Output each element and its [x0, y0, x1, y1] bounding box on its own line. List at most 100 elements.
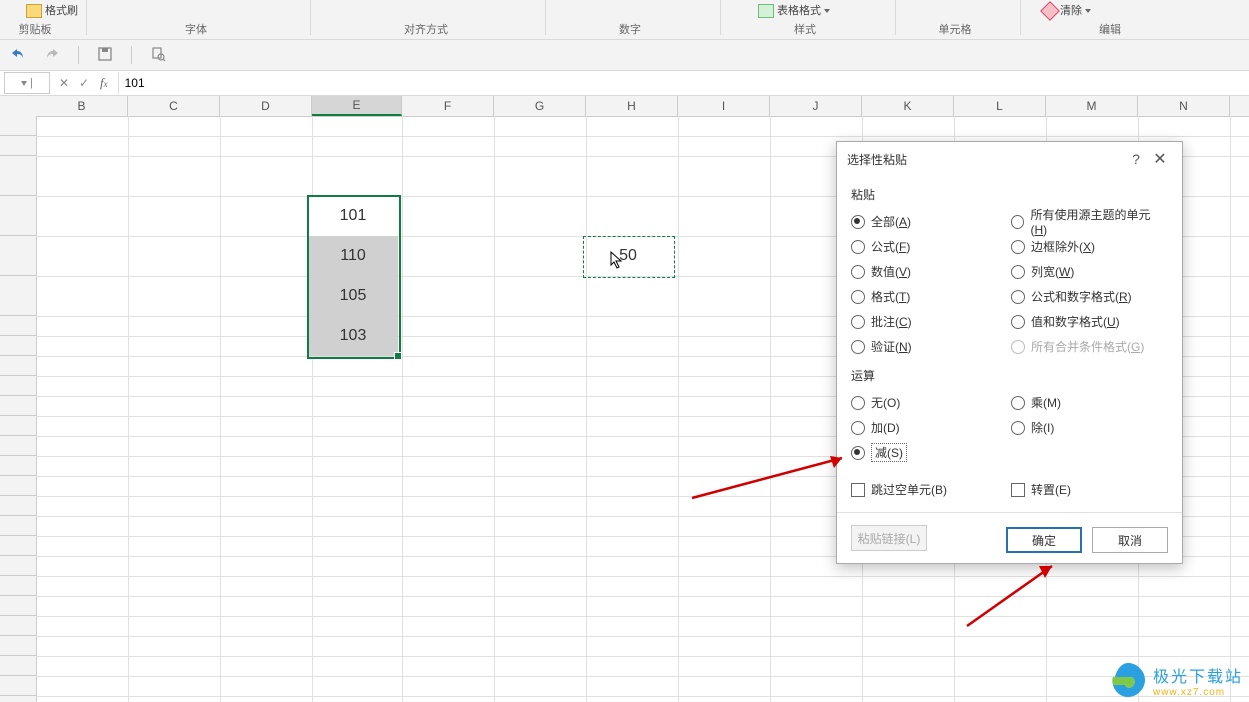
row-header-21[interactable] [0, 596, 36, 616]
watermark: 极光下载站 www.xz7.com [1107, 659, 1243, 701]
row-header-10[interactable] [0, 376, 36, 396]
row-header-20[interactable] [0, 576, 36, 596]
paste-radio-right-4[interactable]: 值和数字格式(U) [1011, 309, 1161, 334]
row-header-1[interactable] [0, 116, 36, 136]
group-editing-label: 编辑 [1020, 21, 1200, 37]
row-header-18[interactable] [0, 536, 36, 556]
row-header-19[interactable] [0, 556, 36, 576]
format-painter-label: 格式刷 [45, 5, 78, 17]
paste-radio-left-5[interactable]: 验证(N) [851, 334, 1011, 359]
table-format-label: 表格格式 [777, 5, 821, 17]
clear-button[interactable]: 清除 [1043, 2, 1091, 18]
row-header-24[interactable] [0, 656, 36, 676]
paste-radio-right-3[interactable]: 公式和数字格式(R) [1011, 284, 1161, 309]
undo-button[interactable] [10, 46, 26, 65]
paste-radio-left-2[interactable]: 数值(V) [851, 259, 1011, 284]
row-header-15[interactable] [0, 476, 36, 496]
group-font-label: 字体 [86, 21, 306, 37]
dialog-help-button[interactable]: ? [1124, 151, 1148, 167]
col-header-m[interactable]: M [1046, 96, 1138, 116]
row-header-22[interactable] [0, 616, 36, 636]
col-header-g[interactable]: G [494, 96, 586, 116]
paste-radio-left-1[interactable]: 公式(F) [851, 234, 1011, 259]
cell-e4[interactable]: 110 [308, 236, 398, 276]
paste-radio-right-1[interactable]: 边框除外(X) [1011, 234, 1161, 259]
fx-icon[interactable]: fx [100, 75, 108, 91]
paste-radio-left-3[interactable]: 格式(T) [851, 284, 1011, 309]
ribbon: 格式刷 剪贴板 字体 对齐方式 数字 表格格式 样式 单元格 清除 编辑 [0, 0, 1249, 40]
paste-link-button: 粘贴链接(L) [851, 525, 927, 551]
row-header-6[interactable] [0, 276, 36, 316]
name-box[interactable]: | [4, 72, 50, 94]
op-sub-radio[interactable]: 减(S) [851, 440, 1011, 465]
op-div-radio[interactable]: 除(I) [1011, 415, 1161, 440]
row-header-11[interactable] [0, 396, 36, 416]
redo-button[interactable] [44, 46, 60, 65]
operation-section-label: 运算 [851, 367, 1168, 384]
col-header-c[interactable]: C [128, 96, 220, 116]
row-header-7[interactable] [0, 316, 36, 336]
op-add-radio[interactable]: 加(D) [851, 415, 1011, 440]
paste-radio-left-4[interactable]: 批注(C) [851, 309, 1011, 334]
dialog-close-button[interactable]: ✕ [1148, 149, 1172, 169]
dialog-title: 选择性粘贴 [847, 151, 1124, 168]
col-header-h[interactable]: H [586, 96, 678, 116]
row-header-13[interactable] [0, 436, 36, 456]
group-number-label: 数字 [545, 21, 715, 37]
row-header-5[interactable] [0, 236, 36, 276]
row-header-25[interactable] [0, 676, 36, 696]
col-header-f[interactable]: F [402, 96, 494, 116]
print-preview-button[interactable] [150, 46, 166, 65]
row-header-3[interactable] [0, 156, 36, 196]
cell-e6[interactable]: 103 [308, 316, 398, 356]
row-header-14[interactable] [0, 456, 36, 476]
paste-radio-right-0[interactable]: 所有使用源主题的单元(H) [1011, 209, 1161, 234]
col-header-d[interactable]: D [220, 96, 312, 116]
op-none-radio[interactable]: 无(O) [851, 390, 1011, 415]
cell-e3[interactable]: 101 [308, 196, 398, 236]
row-header-8[interactable] [0, 336, 36, 356]
watermark-url: www.xz7.com [1153, 687, 1243, 698]
cancel-button[interactable]: 取消 [1092, 527, 1168, 553]
watermark-logo-icon [1107, 659, 1149, 701]
col-header-b[interactable]: B [36, 96, 128, 116]
paste-radio-left-0[interactable]: 全部(A) [851, 209, 1011, 234]
row-header-17[interactable] [0, 516, 36, 536]
dialog-titlebar[interactable]: 选择性粘贴 ? ✕ [837, 142, 1182, 176]
col-header-i[interactable]: I [678, 96, 770, 116]
table-format-button[interactable]: 表格格式 [758, 2, 830, 18]
worksheet[interactable]: BCDEFGHIJKLMN 101 110 105 103 50 选择性粘贴 ?… [0, 96, 1249, 702]
row-header-26[interactable] [0, 696, 36, 702]
row-header-9[interactable] [0, 356, 36, 376]
group-styles-label: 样式 [720, 21, 890, 37]
group-cells-label: 单元格 [895, 21, 1015, 37]
formula-input[interactable] [118, 72, 1249, 94]
col-header-n[interactable]: N [1138, 96, 1230, 116]
col-header-l[interactable]: L [954, 96, 1046, 116]
cell-h4[interactable]: 50 [583, 236, 673, 276]
row-header-23[interactable] [0, 636, 36, 656]
save-button[interactable] [97, 46, 113, 65]
paste-radio-right-2[interactable]: 列宽(W) [1011, 259, 1161, 284]
formula-bar: | ✕ ✓ fx [0, 71, 1249, 96]
transpose-checkbox[interactable]: 转置(E) [1011, 477, 1161, 502]
cell-e5[interactable]: 105 [308, 276, 398, 316]
group-alignment-label: 对齐方式 [310, 21, 542, 37]
skip-blanks-checkbox[interactable]: 跳过空单元(B) [851, 477, 1011, 502]
row-header-4[interactable] [0, 196, 36, 236]
paste-radio-right-5: 所有合并条件格式(G) [1011, 334, 1161, 359]
cancel-edit-button[interactable]: ✕ [54, 73, 74, 93]
quick-access-toolbar [0, 40, 1249, 71]
row-header-2[interactable] [0, 136, 36, 156]
format-painter-button[interactable]: 格式刷 [26, 2, 78, 18]
paste-special-dialog: 选择性粘贴 ? ✕ 粘贴 全部(A)公式(F)数值(V)格式(T)批注(C)验证… [836, 141, 1183, 564]
row-header-16[interactable] [0, 496, 36, 516]
row-header-12[interactable] [0, 416, 36, 436]
col-header-k[interactable]: K [862, 96, 954, 116]
ok-button[interactable]: 确定 [1006, 527, 1082, 553]
watermark-text: 极光下载站 [1153, 663, 1243, 687]
op-mul-radio[interactable]: 乘(M) [1011, 390, 1161, 415]
col-header-e[interactable]: E [312, 96, 402, 116]
confirm-edit-button[interactable]: ✓ [74, 73, 94, 93]
col-header-j[interactable]: J [770, 96, 862, 116]
